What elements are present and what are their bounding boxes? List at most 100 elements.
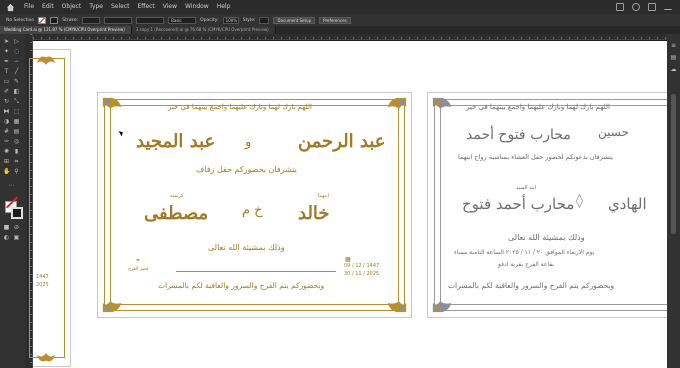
- menu-window[interactable]: Window: [185, 0, 209, 14]
- stroke-color-swatch[interactable]: [50, 16, 59, 24]
- slice-tool-icon[interactable]: ⌗: [13, 158, 20, 165]
- opacity-field[interactable]: 100%: [222, 16, 239, 24]
- date-fragment: 2025: [36, 282, 49, 288]
- groom-name: خالد: [298, 203, 330, 224]
- blessing-line: وذلك بمشيئة الله تعالى: [208, 243, 285, 252]
- lasso-icon[interactable]: ◌: [13, 48, 20, 55]
- groom-label: ابنه السيد: [516, 185, 537, 191]
- preferences-button[interactable]: Preferences: [319, 16, 351, 24]
- column-graph-icon[interactable]: ▮: [13, 148, 20, 155]
- menu-edit[interactable]: Edit: [42, 0, 54, 14]
- date-fragment: 1447: [36, 274, 49, 280]
- artboard-border: [29, 58, 65, 358]
- paintbrush-icon[interactable]: ✎: [13, 78, 20, 85]
- brush-definition-field[interactable]: [136, 16, 165, 24]
- free-transform-icon[interactable]: ⬚: [13, 108, 20, 115]
- calendar-icon: ▦: [345, 256, 351, 263]
- stroke-swatch[interactable]: [11, 207, 23, 219]
- direct-selection-tool-icon[interactable]: ▷: [13, 38, 20, 45]
- closing-line: وبحضوركم يتم الفرح والسرور والعاقبة لكم …: [448, 281, 615, 290]
- invitation-line: يتشرفان بدعوتكم لحضور حفل العشاء بمناسبة…: [458, 153, 613, 161]
- line-tool-icon[interactable]: ╱: [13, 68, 20, 75]
- rectangle-tool-icon[interactable]: ▭: [3, 78, 10, 85]
- brush-style-field[interactable]: Basic: [168, 16, 197, 24]
- father-name-2: حسين: [598, 125, 629, 139]
- pen-tool-icon[interactable]: ✒: [3, 58, 10, 65]
- top-verse: اللهم بارك لهما وبارك عليهما واجمع بينهم…: [466, 103, 610, 111]
- layers-panel-icon[interactable]: ▤: [670, 54, 677, 61]
- opacity-label: Opacity:: [200, 17, 219, 23]
- document-setup-button[interactable]: Document Setup: [273, 16, 316, 24]
- artboard-tool-icon[interactable]: ⊞: [3, 158, 10, 165]
- mesh-tool-icon[interactable]: #: [3, 128, 10, 135]
- none-mode-icon[interactable]: ⊘: [13, 224, 20, 231]
- magic-wand-icon[interactable]: ✦: [3, 48, 10, 55]
- top-verse: اللهم بارك لهما وبارك عليهما واجمع بينهم…: [168, 103, 312, 111]
- invite-line: يتشرفان بحضوركم حفل زفاف: [196, 165, 297, 174]
- bride-father-name: عبد المجيد: [136, 131, 216, 152]
- canvas-area[interactable]: 1447 2025 اللهم بارك لهما وبارك عليهما و…: [29, 41, 669, 368]
- rotate-tool-icon[interactable]: ↻: [3, 98, 10, 105]
- wedding-card-grey[interactable]: اللهم بارك لهما وبارك عليهما واجمع بينهم…: [427, 92, 669, 318]
- shaper-tool-icon[interactable]: ✐: [3, 88, 10, 95]
- curvature-tool-icon[interactable]: ∽: [13, 58, 20, 65]
- center-initials: خ م: [242, 203, 263, 218]
- bride-name: الهادي: [608, 195, 647, 213]
- tab-recovered-copy[interactable]: 3 copy 1 (Recovered).ai @ 76.68 % (CMYK/…: [131, 26, 276, 34]
- menu-object[interactable]: Object: [62, 0, 82, 14]
- stroke-weight-field[interactable]: [82, 16, 101, 24]
- corner-ornament-icon: [387, 301, 407, 313]
- menu-view[interactable]: View: [163, 0, 177, 14]
- menu-file[interactable]: File: [24, 0, 34, 14]
- corner-ornament-icon: [432, 97, 452, 109]
- tab-wedding-card[interactable]: Wedding Card.ai @ 131.87 % (CMYK/CPU Ove…: [0, 26, 132, 34]
- shape-builder-icon[interactable]: ◑: [3, 118, 10, 125]
- corner-ornament-icon: [432, 301, 452, 313]
- arrange-documents-icon[interactable]: [616, 3, 624, 11]
- horizontal-ruler[interactable]: [33, 34, 667, 40]
- zoom-tool-icon[interactable]: ⚲: [13, 168, 20, 175]
- divider-line: [176, 271, 336, 272]
- type-tool-icon[interactable]: T: [3, 68, 10, 75]
- home-icon[interactable]: [4, 1, 16, 13]
- symbol-sprayer-icon[interactable]: ✺: [3, 148, 10, 155]
- wedding-card-gold[interactable]: اللهم بارك لهما وبارك عليهما واجمع بينهم…: [97, 92, 412, 318]
- bride-name: مصطفى: [144, 203, 209, 224]
- screen-mode-icon[interactable]: ▣: [13, 234, 20, 241]
- variable-width-field[interactable]: [104, 16, 133, 24]
- color-mode-icon[interactable]: ■: [3, 224, 10, 231]
- menu-help[interactable]: Help: [217, 0, 231, 14]
- edit-toolbar-icon[interactable]: ⋯: [8, 182, 15, 189]
- draw-mode-icon[interactable]: ◐: [3, 234, 10, 241]
- corner-ornament-icon: [387, 97, 407, 109]
- tools-panel: ➤ ▷ ✦ ◌ ✒ ∽ T ╱ ▭ ✎ ✐ ◧ ↻ ⤡ ⧓ ⬚ ◑ ▦ # ▤ …: [0, 34, 25, 368]
- eraser-icon[interactable]: ◧: [13, 88, 20, 95]
- menu-effect[interactable]: Effect: [138, 0, 155, 14]
- properties-panel-icon[interactable]: ≡: [670, 42, 677, 49]
- hijri-date: 09 / 12 / 1447: [344, 263, 380, 269]
- libraries-panel-icon[interactable]: ☁: [670, 66, 677, 73]
- initials-ornament-icon: ◊: [576, 193, 583, 209]
- menu-type[interactable]: Type: [89, 0, 103, 14]
- fill-color-swatch[interactable]: [38, 16, 47, 24]
- venue-line: بقاعة الفرح بقرية ادفو: [498, 261, 554, 268]
- perspective-grid-icon[interactable]: ▦: [13, 118, 20, 125]
- illustrator-window: File Edit Object Type Select Effect View…: [0, 0, 680, 368]
- hand-tool-icon[interactable]: ✋: [3, 168, 10, 175]
- search-icon[interactable]: [632, 3, 640, 11]
- vertical-scrollbar[interactable]: [671, 94, 676, 234]
- share-icon[interactable]: [648, 3, 656, 11]
- father-name-1: محارب فتوح أحمد: [466, 127, 571, 143]
- minimize-icon[interactable]: [664, 5, 672, 10]
- menu-select[interactable]: Select: [111, 0, 130, 14]
- gradient-tool-icon[interactable]: ▤: [13, 128, 20, 135]
- graphic-style-field[interactable]: [259, 16, 270, 24]
- location-text: قصر الفرح: [128, 267, 149, 272]
- width-tool-icon[interactable]: ⧓: [3, 108, 10, 115]
- blend-tool-icon[interactable]: ◎: [13, 138, 20, 145]
- artboard-left-partial[interactable]: 1447 2025: [29, 49, 71, 367]
- scale-tool-icon[interactable]: ⤡: [13, 98, 20, 105]
- selection-tool-icon[interactable]: ➤: [3, 38, 10, 45]
- document-tabs: Wedding Card.ai @ 131.87 % (CMYK/CPU Ove…: [0, 26, 680, 34]
- eyedropper-icon[interactable]: ✑: [3, 138, 10, 145]
